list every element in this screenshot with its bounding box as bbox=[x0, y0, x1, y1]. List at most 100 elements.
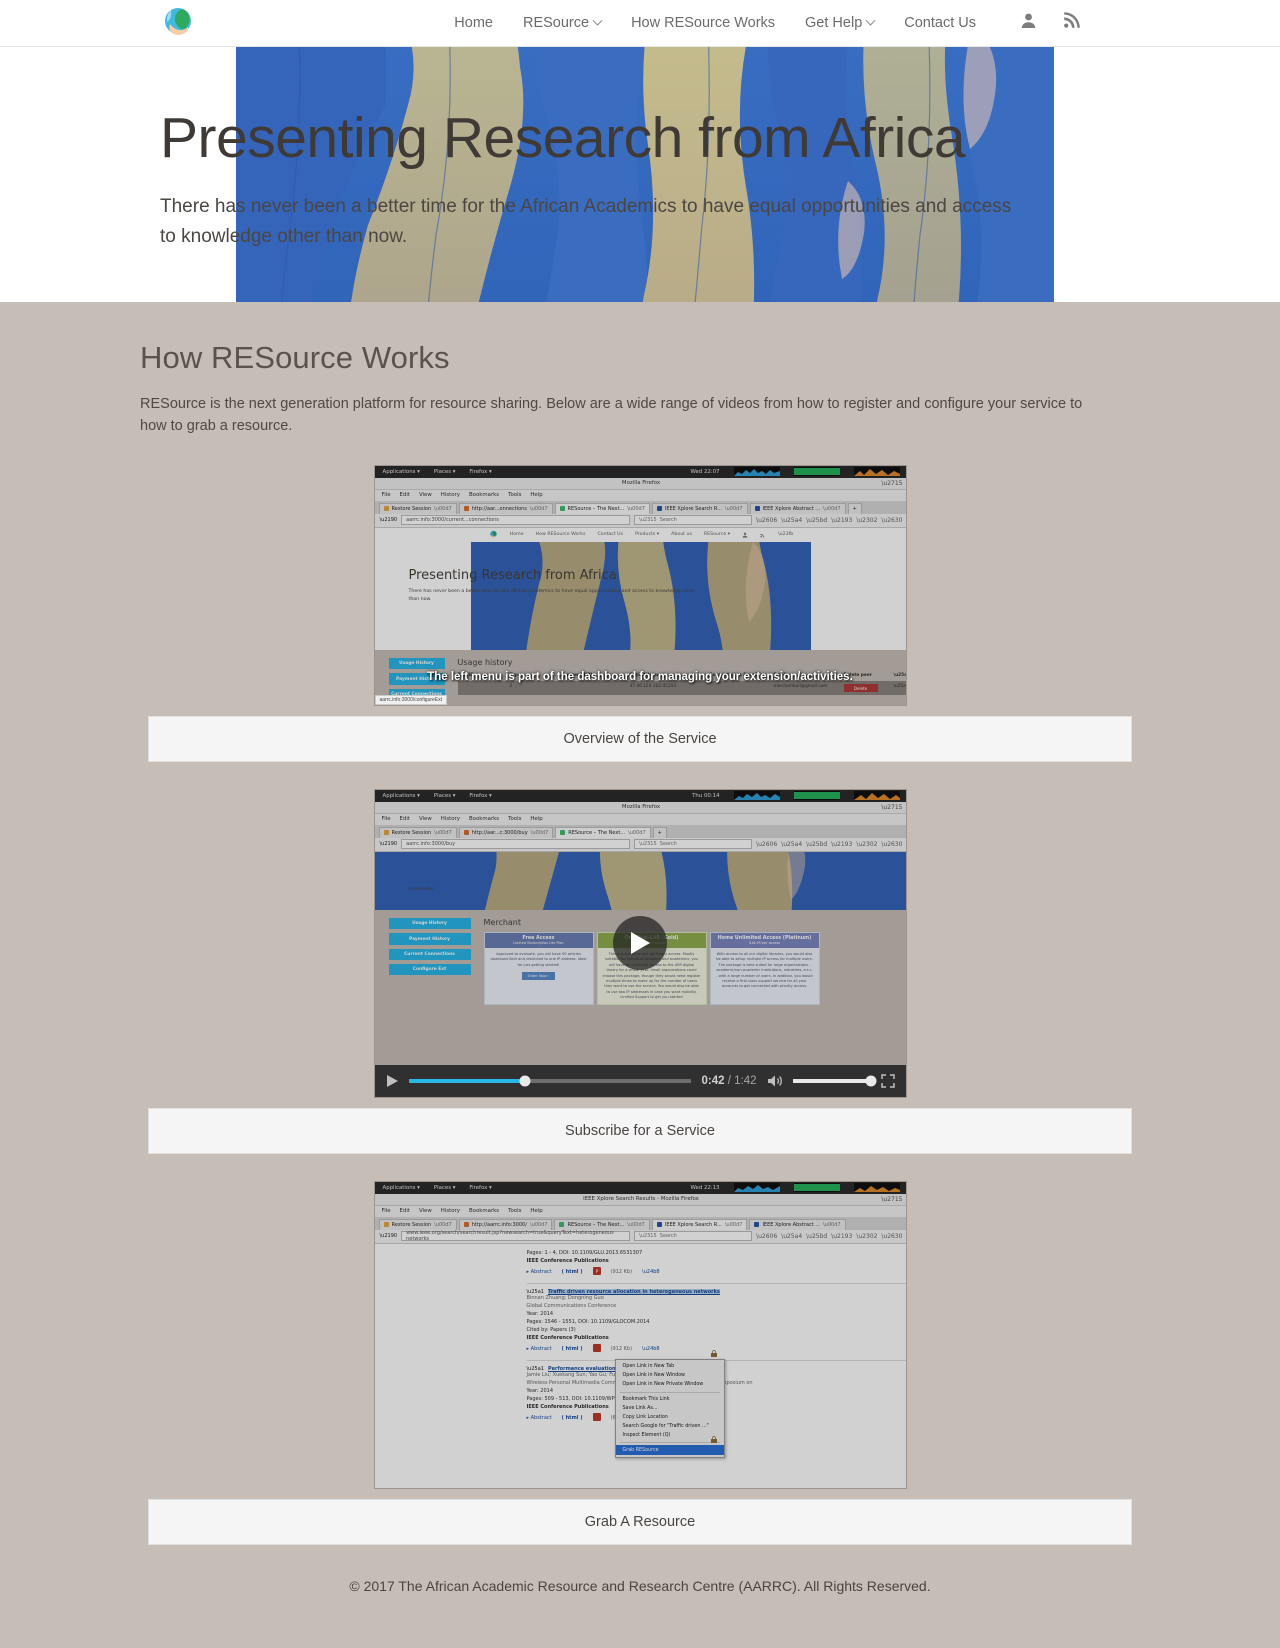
row-checkbox[interactable]: \u25a1 bbox=[894, 684, 906, 692]
home-icon[interactable]: \u2302 bbox=[856, 1233, 877, 1240]
close-icon[interactable]: \u00d7 bbox=[627, 506, 645, 512]
fullscreen-button[interactable] bbox=[880, 1074, 895, 1088]
sidebar-item-payment-history[interactable]: Payment History bbox=[388, 933, 471, 945]
home-icon[interactable]: \u2302 bbox=[856, 517, 877, 524]
search-bar[interactable]: \u2315 Search bbox=[634, 515, 753, 526]
video-player-grab[interactable]: Applications ▾ Places ▾ Firefox ▾ Wed 22… bbox=[373, 1180, 907, 1489]
close-icon[interactable]: \u00d7 bbox=[627, 1222, 645, 1228]
close-icon[interactable]: \u00d7 bbox=[434, 506, 452, 512]
browser-tab[interactable]: http://aar...onnections \u00d7 bbox=[458, 502, 553, 514]
menu-view[interactable]: View bbox=[419, 816, 432, 822]
download-icon[interactable]: \u2193 bbox=[831, 841, 852, 848]
home-icon[interactable]: \u2302 bbox=[856, 841, 877, 848]
video-player-overview[interactable]: Applications ▾ Places ▾ Firefox ▾ Wed 22… bbox=[373, 464, 907, 706]
pdf-icon[interactable]: P bbox=[592, 1266, 601, 1277]
menu-help[interactable]: Help bbox=[530, 1208, 542, 1214]
browser-tab[interactable]: Restore Session \u00d7 bbox=[378, 826, 457, 838]
menu-file[interactable]: File bbox=[382, 492, 391, 498]
browser-tab[interactable]: IEEE Xplore Search R... \u00d7 bbox=[651, 502, 748, 514]
new-tab-button[interactable]: + bbox=[652, 826, 667, 838]
browser-tab[interactable]: RESource – The Next... \u00d7 bbox=[554, 502, 650, 514]
abstract-link[interactable]: ▸ Abstract bbox=[527, 1415, 552, 1421]
places-menu[interactable]: Places ▾ bbox=[434, 1185, 456, 1191]
close-icon[interactable]: \u2715 bbox=[881, 480, 902, 487]
reader-icon[interactable]: \u25a4 bbox=[781, 1233, 802, 1240]
menu-bookmarks[interactable]: Bookmarks bbox=[469, 492, 499, 498]
menu-edit[interactable]: Edit bbox=[400, 816, 410, 822]
pdf-icon[interactable] bbox=[592, 1412, 601, 1423]
close-icon[interactable]: \u00d7 bbox=[725, 1222, 743, 1228]
context-menu[interactable]: Open Link in New Tab Open Link in New Wi… bbox=[614, 1358, 725, 1458]
delete-button[interactable]: Delete bbox=[843, 683, 878, 693]
user-account-icon[interactable] bbox=[1020, 12, 1037, 34]
pocket-icon[interactable]: \u25bd bbox=[806, 517, 827, 524]
address-bar[interactable]: aarrc.info:3000/buy bbox=[401, 839, 631, 850]
order-now-button[interactable]: Order Now › bbox=[521, 972, 556, 981]
site-nav-item[interactable]: RESource ▾ bbox=[704, 532, 730, 537]
close-icon[interactable]: \u00d7 bbox=[434, 1222, 452, 1228]
close-icon[interactable]: \u00d7 bbox=[725, 506, 743, 512]
context-menu-item-bookmark-link[interactable]: Bookmark This Link bbox=[616, 1395, 724, 1404]
firefox-taskbar-item[interactable]: Firefox ▾ bbox=[469, 469, 491, 475]
site-nav-item[interactable]: Products ▾ bbox=[635, 532, 659, 537]
browser-tab[interactable]: IEEE Xplore Search R... \u00d7 bbox=[651, 1218, 748, 1230]
context-menu-item-copy-link-location[interactable]: Copy Link Location bbox=[616, 1413, 724, 1422]
pdf-icon[interactable] bbox=[592, 1343, 601, 1354]
html-link[interactable]: ( html ) bbox=[562, 1346, 583, 1352]
nav-item-home[interactable]: Home bbox=[454, 15, 493, 31]
context-menu-item-inspect-element[interactable]: Inspect Element (Q) bbox=[616, 1431, 724, 1440]
close-icon[interactable]: \u00d7 bbox=[434, 830, 452, 836]
browser-tab[interactable]: Restore Session \u00d7 bbox=[378, 502, 457, 514]
close-icon[interactable]: \u00d7 bbox=[530, 506, 548, 512]
copyright-icon[interactable]: \u24b8 bbox=[642, 1346, 660, 1352]
menu-help[interactable]: Help bbox=[530, 492, 542, 498]
search-bar[interactable]: \u2315 Search bbox=[634, 839, 753, 850]
context-menu-item-open-private-window[interactable]: Open Link in New Private Window bbox=[616, 1380, 724, 1389]
browser-tab[interactable]: http://aar...c:3000/buy \u00d7 bbox=[458, 826, 554, 838]
back-icon[interactable]: \u2190 bbox=[380, 1233, 398, 1239]
pocket-icon[interactable]: \u25bd bbox=[806, 841, 827, 848]
browser-tab[interactable]: http://aarrc.info:3000/\u00d7 bbox=[458, 1218, 553, 1230]
copyright-icon[interactable]: \u24b8 bbox=[642, 1269, 660, 1275]
close-icon[interactable]: \u00d7 bbox=[530, 1222, 548, 1228]
context-menu-item-open-new-tab[interactable]: Open Link in New Tab bbox=[616, 1362, 724, 1371]
context-menu-item-grab-resource[interactable]: Grab RESource bbox=[615, 1445, 724, 1455]
browser-tab[interactable]: RESource – The Next... \u00d7 bbox=[554, 1218, 650, 1230]
close-icon[interactable]: \u00d7 bbox=[531, 830, 549, 836]
rss-feed-icon[interactable] bbox=[760, 532, 766, 538]
reader-icon[interactable]: \u25a4 bbox=[781, 517, 802, 524]
bookmark-star-icon[interactable]: \u2606 bbox=[756, 1233, 777, 1240]
sidebar-item-current-connections[interactable]: Current Connections bbox=[388, 948, 471, 961]
nav-item-get-help[interactable]: Get Help bbox=[805, 15, 876, 31]
back-icon[interactable]: \u2190 bbox=[380, 841, 398, 847]
user-account-icon[interactable] bbox=[742, 532, 748, 538]
progress-handle[interactable] bbox=[519, 1075, 531, 1087]
places-menu[interactable]: Places ▾ bbox=[434, 469, 456, 475]
new-tab-button[interactable]: + bbox=[847, 502, 862, 514]
power-icon[interactable]: \u23fb bbox=[778, 532, 793, 537]
pocket-icon[interactable]: \u25bd bbox=[806, 1233, 827, 1240]
nav-item-contact-us[interactable]: Contact Us bbox=[904, 15, 976, 31]
menu-history[interactable]: History bbox=[441, 492, 460, 498]
sidebar-item-usage-history[interactable]: Usage History bbox=[388, 917, 471, 930]
hamburger-menu-icon[interactable]: \u2630 bbox=[881, 841, 902, 848]
bookmark-star-icon[interactable]: \u2606 bbox=[756, 841, 777, 848]
close-icon[interactable]: \u2715 bbox=[881, 1196, 902, 1203]
menu-view[interactable]: View bbox=[419, 492, 432, 498]
html-link[interactable]: ( html ) bbox=[562, 1269, 583, 1275]
close-icon[interactable]: \u00d7 bbox=[823, 1222, 841, 1228]
menu-tools[interactable]: Tools bbox=[508, 816, 521, 822]
firefox-taskbar-item[interactable]: Firefox ▾ bbox=[469, 1185, 491, 1191]
menu-file[interactable]: File bbox=[382, 816, 391, 822]
close-icon[interactable]: \u00d7 bbox=[823, 506, 841, 512]
sidebar-item-configure-ext[interactable]: Configure Ext bbox=[388, 964, 471, 976]
applications-menu[interactable]: Applications ▾ bbox=[383, 1185, 420, 1191]
site-logo[interactable] bbox=[160, 5, 196, 41]
site-nav-item[interactable]: About us bbox=[671, 532, 692, 537]
nav-item-how-resource-works[interactable]: How RESource Works bbox=[631, 15, 775, 31]
menu-help[interactable]: Help bbox=[530, 816, 542, 822]
browser-tab[interactable]: IEEE Xplore Abstract ... \u00d7 bbox=[749, 1218, 846, 1230]
hamburger-menu-icon[interactable]: \u2630 bbox=[881, 1233, 902, 1240]
bookmark-star-icon[interactable]: \u2606 bbox=[756, 517, 777, 524]
close-icon[interactable]: \u00d7 bbox=[628, 830, 646, 836]
